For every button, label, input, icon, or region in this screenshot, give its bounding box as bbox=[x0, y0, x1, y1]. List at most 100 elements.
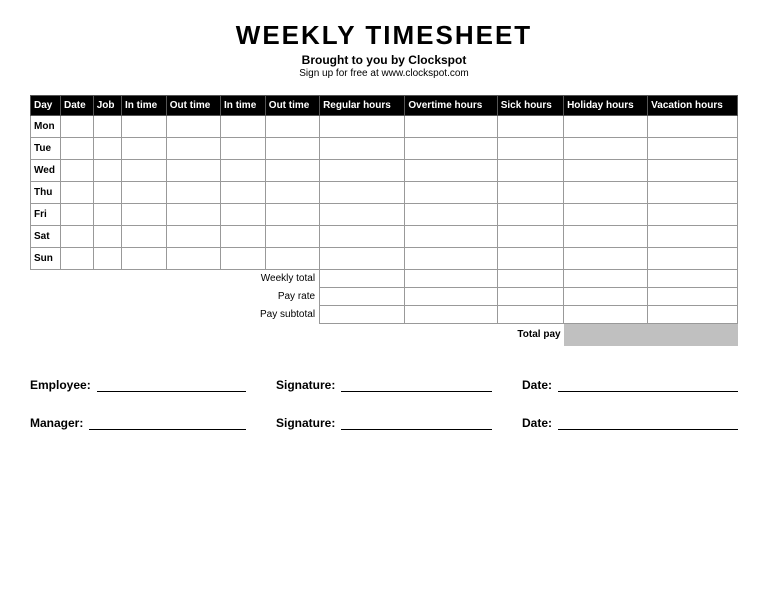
data-cell-row2-col9[interactable] bbox=[497, 160, 563, 182]
data-cell-row3-col11[interactable] bbox=[648, 182, 738, 204]
manager-line[interactable] bbox=[89, 412, 246, 430]
data-cell-row4-col1[interactable] bbox=[61, 204, 94, 226]
data-cell-row4-col3[interactable] bbox=[122, 204, 167, 226]
data-cell-row2-col5[interactable] bbox=[221, 160, 266, 182]
data-cell-row3-col9[interactable] bbox=[497, 182, 563, 204]
pay-rate-holiday[interactable] bbox=[564, 288, 648, 306]
weekly-total-regular[interactable] bbox=[320, 270, 405, 288]
data-cell-row1-col7[interactable] bbox=[320, 138, 405, 160]
data-cell-row4-col2[interactable] bbox=[93, 204, 121, 226]
manager-sig-line[interactable] bbox=[341, 412, 492, 430]
data-cell-row3-col4[interactable] bbox=[166, 182, 220, 204]
weekly-total-vacation[interactable] bbox=[648, 270, 738, 288]
data-cell-row6-col10[interactable] bbox=[564, 248, 648, 270]
data-cell-row4-col10[interactable] bbox=[564, 204, 648, 226]
data-cell-row0-col3[interactable] bbox=[122, 116, 167, 138]
total-pay-value-2[interactable] bbox=[648, 324, 738, 346]
data-cell-row0-col10[interactable] bbox=[564, 116, 648, 138]
data-cell-row5-col8[interactable] bbox=[405, 226, 497, 248]
data-cell-row4-col11[interactable] bbox=[648, 204, 738, 226]
data-cell-row6-col6[interactable] bbox=[265, 248, 319, 270]
data-cell-row1-col4[interactable] bbox=[166, 138, 220, 160]
data-cell-row0-col1[interactable] bbox=[61, 116, 94, 138]
total-pay-value[interactable] bbox=[564, 324, 648, 346]
data-cell-row0-col2[interactable] bbox=[93, 116, 121, 138]
data-cell-row6-col7[interactable] bbox=[320, 248, 405, 270]
employee-date-line[interactable] bbox=[558, 374, 738, 392]
data-cell-row5-col2[interactable] bbox=[93, 226, 121, 248]
data-cell-row4-col8[interactable] bbox=[405, 204, 497, 226]
data-cell-row5-col1[interactable] bbox=[61, 226, 94, 248]
data-cell-row2-col3[interactable] bbox=[122, 160, 167, 182]
data-cell-row6-col3[interactable] bbox=[122, 248, 167, 270]
data-cell-row0-col8[interactable] bbox=[405, 116, 497, 138]
data-cell-row2-col7[interactable] bbox=[320, 160, 405, 182]
data-cell-row1-col8[interactable] bbox=[405, 138, 497, 160]
weekly-total-sick[interactable] bbox=[497, 270, 563, 288]
data-cell-row3-col7[interactable] bbox=[320, 182, 405, 204]
data-cell-row5-col9[interactable] bbox=[497, 226, 563, 248]
data-cell-row2-col10[interactable] bbox=[564, 160, 648, 182]
pay-rate-overtime[interactable] bbox=[405, 288, 497, 306]
data-cell-row1-col9[interactable] bbox=[497, 138, 563, 160]
data-cell-row2-col6[interactable] bbox=[265, 160, 319, 182]
data-cell-row3-col3[interactable] bbox=[122, 182, 167, 204]
pay-subtotal-vacation[interactable] bbox=[648, 306, 738, 324]
data-cell-row1-col3[interactable] bbox=[122, 138, 167, 160]
data-cell-row5-col10[interactable] bbox=[564, 226, 648, 248]
data-cell-row4-col4[interactable] bbox=[166, 204, 220, 226]
weekly-total-overtime[interactable] bbox=[405, 270, 497, 288]
data-cell-row3-col1[interactable] bbox=[61, 182, 94, 204]
data-cell-row6-col2[interactable] bbox=[93, 248, 121, 270]
manager-date-line[interactable] bbox=[558, 412, 738, 430]
data-cell-row0-col11[interactable] bbox=[648, 116, 738, 138]
data-cell-row1-col1[interactable] bbox=[61, 138, 94, 160]
data-cell-row6-col5[interactable] bbox=[221, 248, 266, 270]
data-cell-row1-col6[interactable] bbox=[265, 138, 319, 160]
data-cell-row1-col10[interactable] bbox=[564, 138, 648, 160]
data-cell-row4-col5[interactable] bbox=[221, 204, 266, 226]
data-cell-row6-col11[interactable] bbox=[648, 248, 738, 270]
employee-sig-line[interactable] bbox=[341, 374, 492, 392]
pay-subtotal-sick[interactable] bbox=[497, 306, 563, 324]
pay-rate-regular[interactable] bbox=[320, 288, 405, 306]
data-cell-row2-col8[interactable] bbox=[405, 160, 497, 182]
data-cell-row3-col5[interactable] bbox=[221, 182, 266, 204]
pay-rate-vacation[interactable] bbox=[648, 288, 738, 306]
data-cell-row2-col4[interactable] bbox=[166, 160, 220, 182]
data-cell-row6-col1[interactable] bbox=[61, 248, 94, 270]
data-cell-row0-col9[interactable] bbox=[497, 116, 563, 138]
data-cell-row1-col2[interactable] bbox=[93, 138, 121, 160]
data-cell-row2-col2[interactable] bbox=[93, 160, 121, 182]
data-cell-row1-col5[interactable] bbox=[221, 138, 266, 160]
data-cell-row6-col4[interactable] bbox=[166, 248, 220, 270]
data-cell-row6-col8[interactable] bbox=[405, 248, 497, 270]
data-cell-row3-col10[interactable] bbox=[564, 182, 648, 204]
data-cell-row3-col6[interactable] bbox=[265, 182, 319, 204]
data-cell-row2-col11[interactable] bbox=[648, 160, 738, 182]
data-cell-row0-col6[interactable] bbox=[265, 116, 319, 138]
data-cell-row0-col5[interactable] bbox=[221, 116, 266, 138]
weekly-total-holiday[interactable] bbox=[564, 270, 648, 288]
data-cell-row0-col4[interactable] bbox=[166, 116, 220, 138]
data-cell-row4-col6[interactable] bbox=[265, 204, 319, 226]
data-cell-row4-col9[interactable] bbox=[497, 204, 563, 226]
data-cell-row6-col9[interactable] bbox=[497, 248, 563, 270]
data-cell-row5-col4[interactable] bbox=[166, 226, 220, 248]
pay-subtotal-regular[interactable] bbox=[320, 306, 405, 324]
data-cell-row5-col5[interactable] bbox=[221, 226, 266, 248]
data-cell-row5-col7[interactable] bbox=[320, 226, 405, 248]
data-cell-row4-col7[interactable] bbox=[320, 204, 405, 226]
data-cell-row5-col3[interactable] bbox=[122, 226, 167, 248]
data-cell-row3-col8[interactable] bbox=[405, 182, 497, 204]
pay-subtotal-overtime[interactable] bbox=[405, 306, 497, 324]
data-cell-row0-col7[interactable] bbox=[320, 116, 405, 138]
pay-subtotal-holiday[interactable] bbox=[564, 306, 648, 324]
data-cell-row3-col2[interactable] bbox=[93, 182, 121, 204]
data-cell-row5-col11[interactable] bbox=[648, 226, 738, 248]
employee-line[interactable] bbox=[97, 374, 246, 392]
data-cell-row1-col11[interactable] bbox=[648, 138, 738, 160]
data-cell-row2-col1[interactable] bbox=[61, 160, 94, 182]
pay-rate-sick[interactable] bbox=[497, 288, 563, 306]
data-cell-row5-col6[interactable] bbox=[265, 226, 319, 248]
